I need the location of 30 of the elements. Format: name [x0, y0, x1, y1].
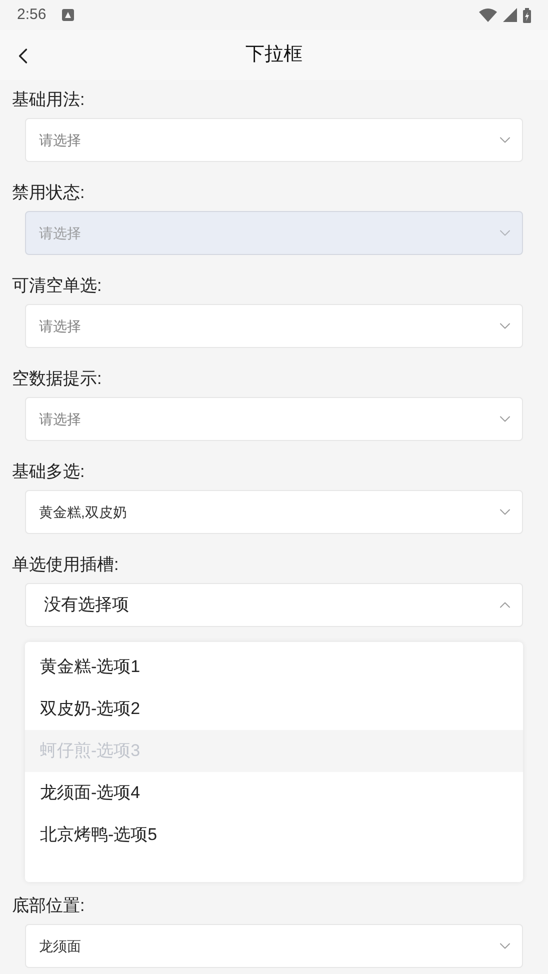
placeholder-text: 请选择 — [39, 130, 81, 150]
select-field[interactable]: 请选择 — [25, 304, 523, 348]
page-title: 下拉框 — [246, 42, 302, 67]
placeholder-text: 请选择 — [39, 410, 81, 428]
dropdown-option[interactable]: 北京烤鸭-选项5 — [25, 814, 523, 856]
field-label: 基础多选: — [12, 462, 85, 481]
signal-icon — [503, 8, 517, 22]
select-field[interactable]: 没有选择项 — [25, 583, 523, 627]
placeholder-text: 请选择 — [39, 316, 81, 336]
placeholder-text: 请选择 — [39, 224, 81, 242]
wifi-icon — [479, 8, 497, 22]
field-label: 单选使用插槽: — [12, 555, 119, 574]
select-field[interactable]: 请选择 — [25, 397, 523, 441]
status-time: 2:56 — [17, 4, 46, 25]
field-label: 空数据提示: — [12, 369, 102, 388]
battery-icon — [523, 8, 531, 22]
field-label: 禁用状态: — [12, 183, 85, 202]
selected-value: 黄金糕,双皮奶 — [39, 502, 127, 522]
select-field[interactable]: 请选择 — [25, 118, 523, 162]
dropdown-option[interactable]: 双皮奶-选项2 — [25, 688, 523, 730]
field-label: 基础用法: — [12, 90, 85, 109]
select-field[interactable]: 龙须面 — [25, 924, 523, 968]
selected-value: 没有选择项 — [43, 594, 129, 616]
dropdown-option[interactable]: 龙须面-选项4 — [25, 772, 523, 814]
select-field[interactable]: 黄金糕,双皮奶 — [25, 490, 523, 534]
notification-icon — [62, 9, 74, 21]
dropdown-option[interactable]: 黄金糕-选项1 — [25, 646, 523, 688]
selected-value: 龙须面 — [39, 936, 81, 956]
field-label: 可清空单选: — [12, 276, 102, 295]
field-label: 底部位置: — [12, 896, 85, 915]
